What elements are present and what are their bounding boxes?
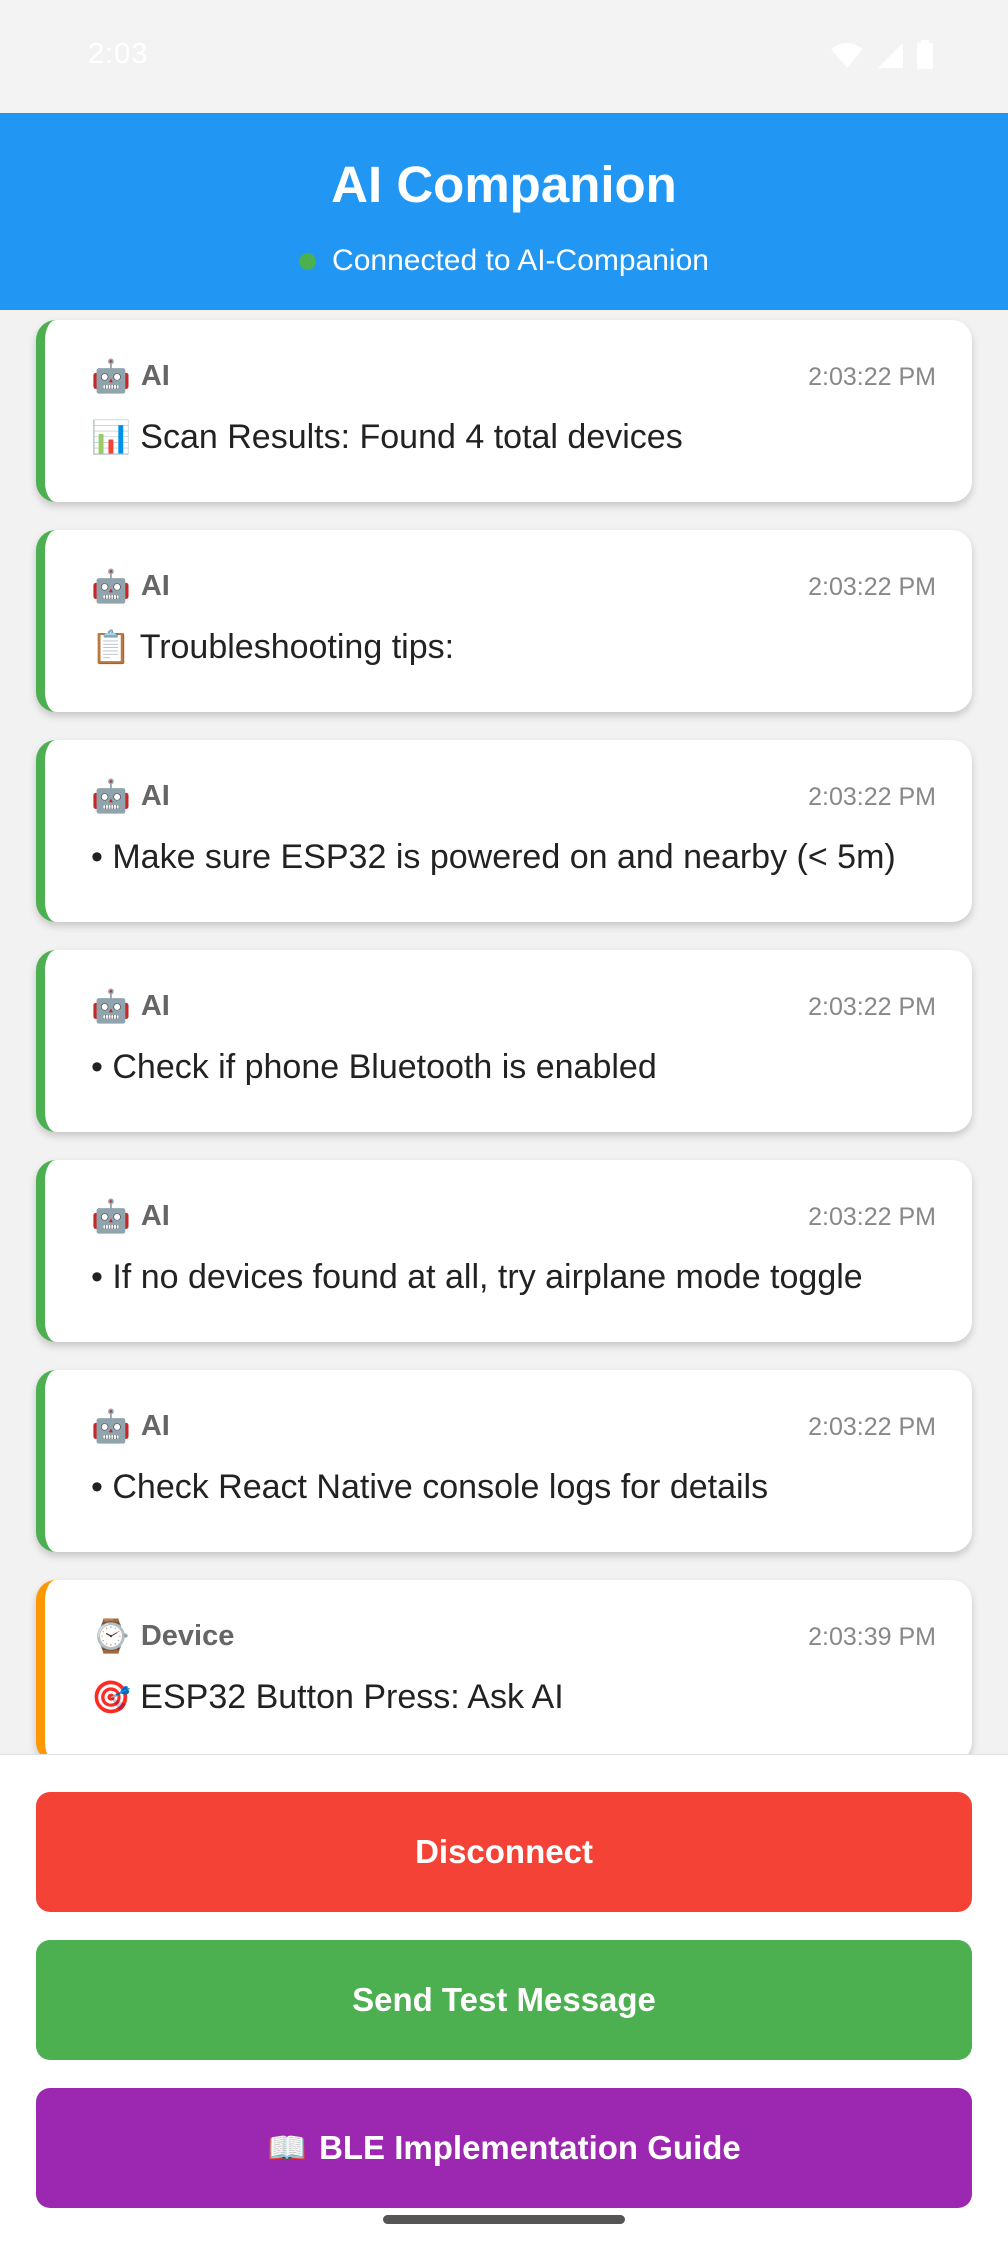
robot-icon: 🤖 — [91, 1407, 131, 1445]
message-time: 2:03:22 PM — [808, 993, 936, 1021]
message-body: • Check if phone Bluetooth is enabled — [91, 1048, 657, 1086]
bar-chart-icon: 📊 — [91, 418, 131, 456]
message-text: 🎯 ESP32 Button Press: Ask AI — [91, 1678, 942, 1717]
message-list[interactable]: 🤖 AI 2:03:22 PM 📊 Scan Results: Found 4 … — [0, 310, 1008, 1754]
message-text: • Make sure ESP32 is powered on and near… — [91, 838, 942, 877]
status-bar: 2:03 — [0, 0, 1008, 113]
target-icon: 🎯 — [91, 1678, 131, 1716]
message-time: 2:03:22 PM — [808, 1203, 936, 1231]
message-sender: 🤖 AI — [91, 987, 170, 1025]
robot-icon: 🤖 — [91, 357, 131, 395]
send-test-message-label: Send Test Message — [352, 1981, 656, 2018]
message-card: 🤖 AI 2:03:22 PM 📊 Scan Results: Found 4 … — [36, 320, 972, 502]
robot-icon: 🤖 — [91, 567, 131, 605]
message-sender: 🤖 AI — [91, 1197, 170, 1235]
sender-name: AI — [140, 1199, 170, 1232]
robot-icon: 🤖 — [91, 1197, 131, 1235]
message-time: 2:03:22 PM — [808, 783, 936, 811]
message-body: Troubleshooting tips: — [139, 628, 455, 666]
ble-guide-button[interactable]: 📖 BLE Implementation Guide — [36, 2088, 972, 2208]
sender-name: AI — [140, 569, 170, 602]
message-body: • Make sure ESP32 is powered on and near… — [91, 838, 896, 876]
sender-name: AI — [140, 989, 170, 1022]
sender-name: AI — [140, 779, 170, 812]
disconnect-button[interactable]: Disconnect — [36, 1792, 972, 1912]
message-card: 🤖 AI 2:03:22 PM • If no devices found at… — [36, 1160, 972, 1342]
clipboard-icon: 📋 — [91, 628, 131, 666]
sender-name: AI — [140, 1409, 170, 1442]
connection-status: Connected to AI-Companion — [0, 244, 1008, 278]
action-panel: Disconnect Send Test Message 📖 BLE Imple… — [0, 1754, 1008, 2244]
message-time: 2:03:22 PM — [808, 573, 936, 601]
message-body: • If no devices found at all, try airpla… — [91, 1258, 863, 1296]
message-sender: ⌚ Device — [91, 1617, 234, 1655]
message-body: ESP32 Button Press: Ask AI — [140, 1678, 564, 1716]
send-test-message-button[interactable]: Send Test Message — [36, 1940, 972, 2060]
message-text: • If no devices found at all, try airpla… — [91, 1258, 942, 1297]
message-sender: 🤖 AI — [91, 1407, 170, 1445]
ble-guide-label: BLE Implementation Guide — [319, 2129, 741, 2166]
watch-icon: ⌚ — [91, 1617, 131, 1655]
connection-status-text: Connected to AI-Companion — [332, 244, 709, 277]
book-icon: 📖 — [267, 2129, 308, 2167]
message-text: 📊 Scan Results: Found 4 total devices — [91, 418, 942, 457]
message-card: 🤖 AI 2:03:22 PM 📋 Troubleshooting tips: — [36, 530, 972, 712]
sender-name: AI — [140, 359, 170, 392]
disconnect-button-label: Disconnect — [415, 1833, 593, 1870]
message-time: 2:03:39 PM — [808, 1623, 936, 1651]
message-sender: 🤖 AI — [91, 357, 170, 395]
cellular-signal-icon — [878, 43, 903, 68]
battery-icon — [917, 40, 933, 69]
message-card: 🤖 AI 2:03:22 PM • Check React Native con… — [36, 1370, 972, 1552]
status-time: 2:03 — [88, 38, 149, 70]
message-sender: 🤖 AI — [91, 777, 170, 815]
message-text: • Check React Native console logs for de… — [91, 1468, 942, 1507]
message-card: 🤖 AI 2:03:22 PM • Check if phone Bluetoo… — [36, 950, 972, 1132]
message-body: • Check React Native console logs for de… — [91, 1468, 769, 1506]
app-title: AI Companion — [331, 156, 677, 213]
message-text: 📋 Troubleshooting tips: — [91, 628, 942, 667]
sender-name: Device — [140, 1619, 235, 1652]
robot-icon: 🤖 — [91, 777, 131, 815]
message-body: Scan Results: Found 4 total devices — [140, 418, 683, 456]
message-card: 🤖 AI 2:03:22 PM • Make sure ESP32 is pow… — [36, 740, 972, 922]
app-header: AI Companion Connected to AI-Companion — [0, 113, 1008, 310]
message-time: 2:03:22 PM — [808, 363, 936, 391]
message-card-device: ⌚ Device 2:03:39 PM 🎯 ESP32 Button Press… — [36, 1580, 972, 1754]
message-time: 2:03:22 PM — [808, 1413, 936, 1441]
message-sender: 🤖 AI — [91, 567, 170, 605]
status-icons — [830, 40, 934, 70]
connected-dot-icon — [299, 252, 317, 270]
robot-icon: 🤖 — [91, 987, 131, 1025]
message-text: • Check if phone Bluetooth is enabled — [91, 1048, 942, 1087]
wifi-icon — [831, 43, 863, 68]
home-indicator[interactable] — [383, 2215, 625, 2224]
